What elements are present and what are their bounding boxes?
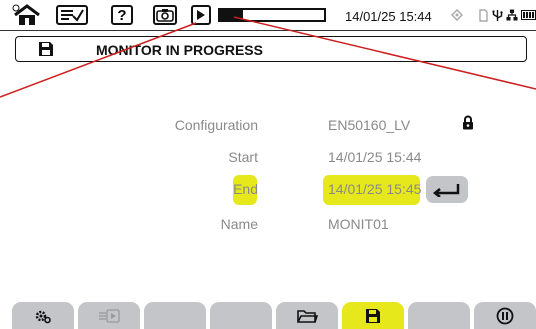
folder-tab[interactable] bbox=[276, 302, 338, 329]
empty-tab-3[interactable] bbox=[408, 302, 470, 329]
play-icon[interactable] bbox=[191, 5, 211, 25]
pause-tab[interactable] bbox=[474, 302, 536, 329]
settings-icon bbox=[35, 310, 51, 323]
configuration-label: Configuration bbox=[174, 117, 258, 133]
clock-datetime: 14/01/25 15:44 bbox=[345, 9, 432, 24]
help-icon[interactable]: ? bbox=[111, 5, 133, 25]
name-label: Name bbox=[220, 216, 258, 232]
battery-icon bbox=[521, 5, 536, 25]
folder-icon bbox=[297, 309, 318, 323]
camera-icon[interactable] bbox=[153, 5, 177, 25]
save-icon bbox=[38, 41, 54, 62]
page-title: MONITOR IN PROGRESS bbox=[96, 42, 263, 58]
help-glyph: ? bbox=[117, 6, 127, 24]
lock-icon bbox=[462, 115, 474, 135]
start-label: Start bbox=[228, 149, 258, 165]
pause-icon bbox=[496, 307, 514, 324]
home-icon[interactable] bbox=[10, 4, 44, 25]
save-tab[interactable] bbox=[342, 302, 404, 329]
save-icon bbox=[366, 308, 380, 323]
status-bar: ? 14/01/25 15:44 bbox=[0, 0, 536, 31]
sd-card-icon bbox=[478, 5, 488, 25]
name-value: MONIT01 bbox=[328, 216, 389, 232]
empty-tab-1[interactable] bbox=[144, 302, 206, 329]
progress-fill bbox=[220, 10, 243, 20]
checklist-icon[interactable] bbox=[56, 5, 88, 25]
enter-icon bbox=[432, 183, 460, 197]
end-label: End bbox=[233, 181, 258, 197]
end-value[interactable]: 14/01/25 15:45 bbox=[328, 181, 421, 197]
bottom-tab-bar bbox=[0, 302, 536, 329]
export-icon bbox=[99, 308, 120, 323]
network-icon bbox=[505, 5, 518, 25]
progress-bar bbox=[218, 8, 326, 22]
configuration-value: EN50160_LV bbox=[328, 117, 411, 133]
usb-icon bbox=[490, 5, 504, 25]
sync-icon bbox=[450, 5, 464, 25]
export-tab[interactable] bbox=[78, 302, 140, 329]
empty-tab-2[interactable] bbox=[210, 302, 272, 329]
page-header: MONITOR IN PROGRESS bbox=[15, 36, 527, 62]
enter-button[interactable] bbox=[426, 176, 468, 203]
start-value: 14/01/25 15:44 bbox=[328, 149, 422, 165]
settings-tab[interactable] bbox=[12, 302, 74, 329]
